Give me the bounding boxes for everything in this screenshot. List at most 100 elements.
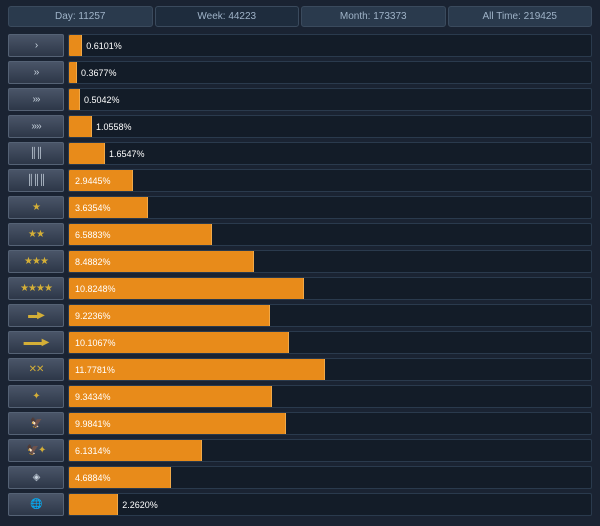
- bar-fill: [69, 143, 105, 164]
- rank-icon: ║║║: [27, 175, 45, 186]
- rank-row: ›› 0.3677%: [8, 60, 592, 85]
- rank-badge-gold-nova-3[interactable]: ★★★: [8, 250, 64, 273]
- rank-badge-silver-3[interactable]: ›››: [8, 88, 64, 111]
- rank-row: › 0.6101%: [8, 33, 592, 58]
- rank-icon: ★: [32, 202, 40, 213]
- tab-alltime[interactable]: All Time: 219425: [448, 6, 593, 27]
- rank-badge-dmg[interactable]: ✦: [8, 385, 64, 408]
- rank-badge-master-guardian-2[interactable]: ▬▬▶: [8, 331, 64, 354]
- rank-row: ◈ 4.6884%: [8, 465, 592, 490]
- rank-icon: ›››: [33, 94, 40, 105]
- bar-fill: [69, 89, 80, 110]
- rank-row: 🌐 2.2620%: [8, 492, 592, 517]
- bar-fill: [69, 116, 92, 137]
- bar-track: 3.6354%: [68, 196, 592, 219]
- rank-row: ★ 3.6354%: [8, 195, 592, 220]
- rank-icon: ✕✕: [29, 364, 44, 375]
- rank-distribution-chart: › 0.6101% ›› 0.3677% ››› 0.5042% ›››› 1.0558% ║║…: [0, 31, 600, 525]
- bar-track: 0.6101%: [68, 34, 592, 57]
- rank-row: ▬▬▶ 10.1067%: [8, 330, 592, 355]
- rank-badge-master-guardian-elite[interactable]: ✕✕: [8, 358, 64, 381]
- rank-badge-silver-elite-master[interactable]: ║║║: [8, 169, 64, 192]
- rank-icon: ›: [35, 40, 37, 51]
- bar-percent-label: 6.5883%: [69, 224, 111, 245]
- bar-track: 9.3434%: [68, 385, 592, 408]
- rank-icon: ║║: [30, 148, 42, 159]
- bar-track: 0.5042%: [68, 88, 592, 111]
- bar-track: 9.9841%: [68, 412, 592, 435]
- rank-icon: ◈: [33, 472, 40, 483]
- rank-badge-silver-elite[interactable]: ║║: [8, 142, 64, 165]
- bar-percent-label: 0.3677%: [81, 62, 117, 83]
- bar-track: 2.9445%: [68, 169, 592, 192]
- bar-percent-label: 2.9445%: [69, 170, 111, 191]
- rank-badge-supreme[interactable]: ◈: [8, 466, 64, 489]
- bar-track: 6.1314%: [68, 439, 592, 462]
- bar-track: 10.8248%: [68, 277, 592, 300]
- bar-fill: [69, 494, 118, 515]
- rank-row: ▬▶ 9.2236%: [8, 303, 592, 328]
- rank-icon: ✦: [32, 391, 39, 402]
- rank-badge-gold-nova-1[interactable]: ★: [8, 196, 64, 219]
- bar-percent-label: 11.7781%: [69, 359, 115, 380]
- rank-icon: ★★: [28, 229, 44, 240]
- rank-icon: ★★★: [24, 256, 48, 267]
- rank-badge-silver-2[interactable]: ››: [8, 61, 64, 84]
- bar-track: 2.2620%: [68, 493, 592, 516]
- bar-percent-label: 10.8248%: [69, 278, 116, 299]
- rank-badge-master-guardian-1[interactable]: ▬▶: [8, 304, 64, 327]
- bar-percent-label: 9.3434%: [69, 386, 111, 407]
- rank-row: ✕✕ 11.7781%: [8, 357, 592, 382]
- rank-badge-gold-nova-2[interactable]: ★★: [8, 223, 64, 246]
- rank-icon: 🦅: [30, 418, 41, 429]
- rank-icon: 🦅✦: [27, 445, 46, 456]
- bar-track: 1.6547%: [68, 142, 592, 165]
- bar-track: 6.5883%: [68, 223, 592, 246]
- rank-badge-global-elite[interactable]: 🌐: [8, 493, 64, 516]
- bar-percent-label: 1.0558%: [96, 116, 132, 137]
- rank-row: ✦ 9.3434%: [8, 384, 592, 409]
- rank-row: ║║║ 2.9445%: [8, 168, 592, 193]
- bar-percent-label: 9.9841%: [69, 413, 111, 434]
- rank-badge-legendary-eagle-master[interactable]: 🦅✦: [8, 439, 64, 462]
- bar-percent-label: 6.1314%: [69, 440, 111, 461]
- bar-percent-label: 0.5042%: [84, 89, 120, 110]
- rank-badge-legendary-eagle[interactable]: 🦅: [8, 412, 64, 435]
- rank-icon: ★★★★: [20, 283, 52, 294]
- rank-row: ★★ 6.5883%: [8, 222, 592, 247]
- rank-badge-silver-4[interactable]: ››››: [8, 115, 64, 138]
- bar-track: 9.2236%: [68, 304, 592, 327]
- time-range-tabs: Day: 11257 Week: 44223 Month: 173373 All…: [0, 0, 600, 31]
- tab-day[interactable]: Day: 11257: [8, 6, 153, 27]
- tab-week[interactable]: Week: 44223: [155, 6, 300, 27]
- bar-percent-label: 0.6101%: [86, 35, 122, 56]
- bar-percent-label: 8.4882%: [69, 251, 111, 272]
- rank-icon: 🌐: [30, 499, 41, 510]
- tab-month[interactable]: Month: 173373: [301, 6, 446, 27]
- rank-row: ››› 0.5042%: [8, 87, 592, 112]
- rank-row: 🦅 9.9841%: [8, 411, 592, 436]
- bar-track: 11.7781%: [68, 358, 592, 381]
- bar-track: 8.4882%: [68, 250, 592, 273]
- bar-percent-label: 2.2620%: [122, 494, 158, 515]
- bar-percent-label: 1.6547%: [109, 143, 145, 164]
- bar-track: 1.0558%: [68, 115, 592, 138]
- rank-badge-silver-1[interactable]: ›: [8, 34, 64, 57]
- bar-fill: [69, 62, 77, 83]
- bar-fill: [69, 35, 82, 56]
- rank-icon: ››››: [31, 121, 40, 132]
- bar-percent-label: 4.6884%: [69, 467, 111, 488]
- rank-icon: ▬▶: [28, 310, 44, 321]
- rank-row: 🦅✦ 6.1314%: [8, 438, 592, 463]
- rank-row: ║║ 1.6547%: [8, 141, 592, 166]
- bar-track: 0.3677%: [68, 61, 592, 84]
- rank-badge-gold-nova-master[interactable]: ★★★★: [8, 277, 64, 300]
- bar-track: 10.1067%: [68, 331, 592, 354]
- rank-row: ›››› 1.0558%: [8, 114, 592, 139]
- bar-percent-label: 9.2236%: [69, 305, 111, 326]
- rank-row: ★★★ 8.4882%: [8, 249, 592, 274]
- rank-icon: ▬▬▶: [24, 337, 49, 348]
- bar-percent-label: 3.6354%: [69, 197, 111, 218]
- bar-percent-label: 10.1067%: [69, 332, 116, 353]
- rank-row: ★★★★ 10.8248%: [8, 276, 592, 301]
